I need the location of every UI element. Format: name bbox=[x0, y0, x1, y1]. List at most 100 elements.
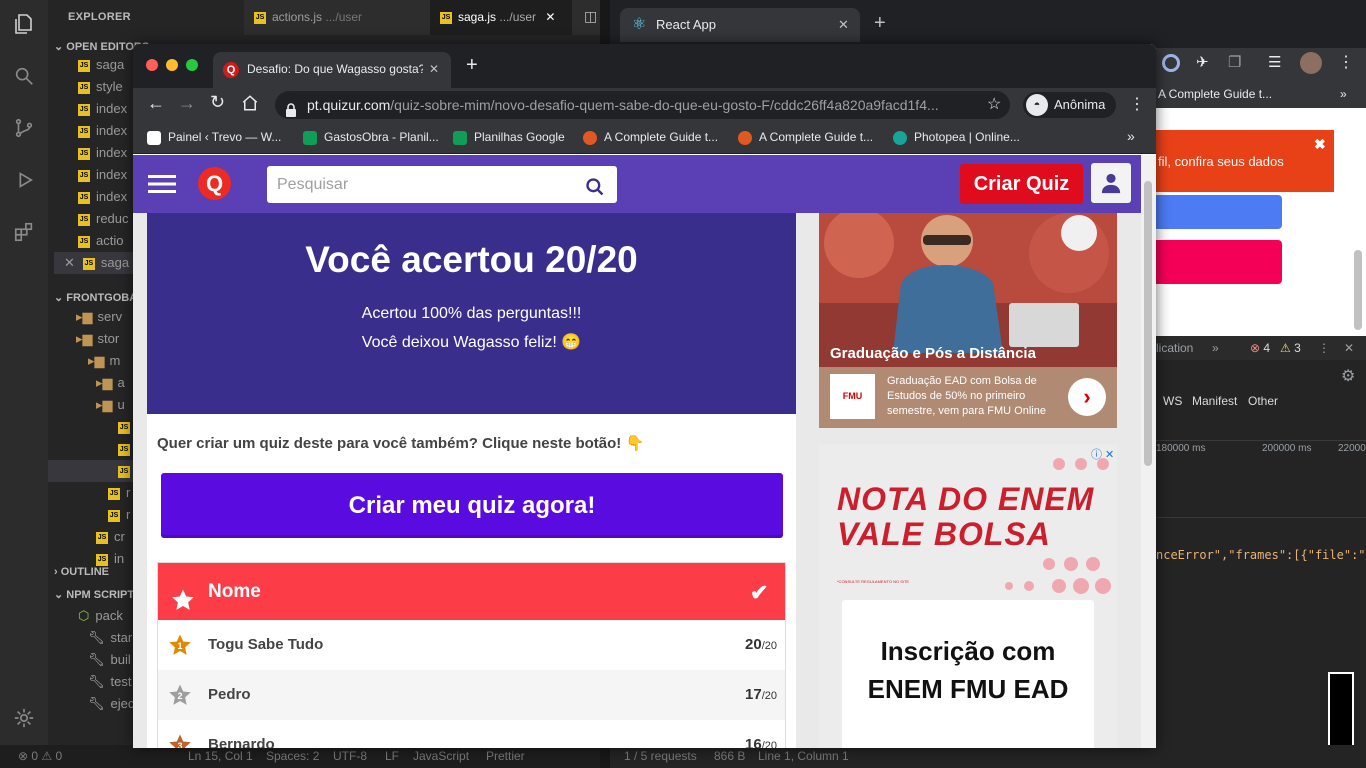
bookmark-item[interactable]: Planilhas Google bbox=[453, 122, 565, 152]
bookmark-item[interactable]: Photopea | Online... bbox=[893, 122, 1020, 152]
result-banner: Você acertou 20/20 Acertou 100% das perg… bbox=[147, 213, 796, 414]
filter-manifest[interactable]: Manifest bbox=[1192, 390, 1237, 412]
pink-button[interactable] bbox=[1156, 240, 1282, 284]
scrollbar-thumb[interactable] bbox=[1354, 250, 1362, 330]
close-window-button[interactable] bbox=[146, 59, 158, 71]
devtools-tab-application[interactable]: lication bbox=[1156, 336, 1193, 360]
timeline-tick: 200000 ms bbox=[1262, 443, 1312, 454]
source-control-icon[interactable] bbox=[8, 112, 40, 144]
debug-icon[interactable] bbox=[8, 164, 40, 196]
vscode-activity-bar bbox=[0, 0, 48, 745]
wrench-icon: 🔧︎ bbox=[88, 696, 105, 711]
search-input[interactable]: Pesquisar bbox=[267, 166, 617, 203]
browser-menu-icon[interactable]: ⋮ bbox=[1129, 94, 1145, 114]
extension-icon[interactable] bbox=[1162, 54, 1180, 72]
vscode-status-bar: ⊗ 0 ⚠ 0 Ln 15, Col 1 Spaces: 2 UTF-8 LF … bbox=[0, 745, 610, 768]
tab-strip: Q Desafio: Do que Wagasso gosta? ✕ + bbox=[133, 44, 1156, 88]
js-file-icon: JS bbox=[108, 509, 120, 522]
bookmark-item[interactable]: A Complete Guide t... bbox=[738, 122, 873, 152]
rank-number: 1 bbox=[177, 641, 182, 651]
search-icon[interactable] bbox=[585, 174, 605, 211]
error-count-icon[interactable]: ⊗ 4 bbox=[1250, 336, 1270, 360]
settings-gear-icon[interactable] bbox=[8, 702, 40, 734]
quizur-logo[interactable]: Q bbox=[198, 167, 231, 200]
bookmark-item[interactable]: A Complete Guide t... bbox=[583, 122, 718, 152]
folder-icon: ▸▆ bbox=[96, 375, 113, 390]
devtools-menu-icon[interactable]: ⋮ bbox=[1318, 336, 1330, 360]
files-icon[interactable] bbox=[8, 8, 40, 40]
player-score: 16/20 bbox=[745, 736, 777, 748]
section-outline[interactable]: › OUTLINE bbox=[54, 566, 109, 578]
create-my-quiz-button[interactable]: Criar meu quiz agora! bbox=[161, 473, 783, 538]
blue-button[interactable] bbox=[1156, 195, 1282, 229]
devtools-close-icon[interactable]: ✕ bbox=[1344, 336, 1354, 360]
reload-icon[interactable]: ↻ bbox=[210, 92, 225, 113]
page-scrollbar-thumb[interactable] bbox=[1144, 181, 1152, 466]
bg-browser-tab[interactable]: ⚛ React App ✕ bbox=[620, 8, 860, 42]
cursor-position: Line 1, Column 1 bbox=[758, 749, 849, 763]
ad-arrow-icon[interactable]: › bbox=[1068, 378, 1106, 416]
text-cursor-box bbox=[1328, 672, 1354, 752]
transfer-size: 866 B bbox=[714, 749, 746, 763]
section-npm-scripts[interactable]: ⌄ NPM SCRIPTS bbox=[54, 588, 141, 601]
split-editor-icon[interactable]: ◫ bbox=[584, 8, 597, 25]
ad-disclaimer: *CONSULTE REGULAMENTO NO SITE bbox=[837, 579, 910, 584]
maximize-window-button[interactable] bbox=[186, 59, 198, 71]
editor-tab-saga[interactable]: JS saga.js .../user ✕ bbox=[430, 0, 572, 35]
filter-ws[interactable]: WS bbox=[1163, 390, 1182, 412]
forward-icon[interactable]: → bbox=[178, 93, 196, 114]
js-file-icon: JS bbox=[78, 235, 90, 248]
url-path: /quiz-sobre-mim/novo-desafio-quem-sabe-d… bbox=[390, 97, 939, 113]
create-quiz-button[interactable]: Criar Quiz bbox=[960, 164, 1083, 204]
active-tab[interactable]: Q Desafio: Do que Wagasso gosta? ✕ bbox=[213, 52, 451, 88]
new-tab-icon[interactable]: + bbox=[874, 12, 886, 35]
ad-info-icon[interactable]: ⓘ ✕ bbox=[1091, 446, 1115, 461]
avatar[interactable] bbox=[1300, 52, 1322, 74]
home-icon[interactable] bbox=[241, 94, 259, 117]
ad-enem[interactable]: ⓘ ✕ NOTA DO ENEM VALE BOLSA *CONSULTE RE… bbox=[819, 444, 1117, 748]
close-icon[interactable]: ✕ bbox=[64, 255, 75, 270]
extension-icon[interactable]: ❐ bbox=[1228, 53, 1241, 71]
language-mode[interactable]: JavaScript bbox=[413, 745, 469, 768]
search-icon[interactable] bbox=[8, 60, 40, 92]
indentation[interactable]: Spaces: 2 bbox=[266, 745, 319, 768]
rank-number: 3 bbox=[177, 741, 182, 748]
more-tabs-icon[interactable]: » bbox=[1212, 336, 1219, 360]
bookmarks-overflow-icon[interactable]: » bbox=[1340, 80, 1347, 108]
menu-icon[interactable]: ⋮ bbox=[1338, 52, 1354, 72]
extensions-icon[interactable] bbox=[8, 216, 40, 248]
formatter[interactable]: Prettier bbox=[486, 745, 525, 768]
lock-icon[interactable] bbox=[285, 98, 297, 119]
js-file-icon: JS bbox=[78, 147, 90, 160]
cursor-position[interactable]: Ln 15, Col 1 bbox=[188, 745, 253, 768]
problems-status[interactable]: ⊗ 0 ⚠ 0 bbox=[18, 745, 62, 768]
section-project[interactable]: ⌄ FRONTGOBAR bbox=[54, 291, 145, 304]
encoding[interactable]: UTF-8 bbox=[333, 745, 367, 768]
js-file-icon: JS bbox=[82, 257, 95, 270]
new-tab-icon[interactable]: + bbox=[466, 54, 478, 77]
ad-fmu-graduacao[interactable]: Graduação e Pós a Distância FMU Graduaçã… bbox=[819, 213, 1117, 428]
close-tab-icon[interactable]: ✕ bbox=[429, 52, 439, 86]
filter-other[interactable]: Other bbox=[1248, 390, 1278, 412]
bookmarks-overflow-icon[interactable]: » bbox=[1127, 128, 1135, 144]
bookmark-star-icon[interactable]: ☆ bbox=[987, 91, 1001, 119]
incognito-profile-button[interactable]: ◓ Anônima bbox=[1023, 92, 1116, 118]
warning-count-icon[interactable]: ⚠ 3 bbox=[1280, 336, 1301, 360]
hamburger-menu-icon[interactable] bbox=[148, 174, 176, 199]
ad-cta-box: Inscrição com ENEM FMU EAD bbox=[842, 600, 1094, 748]
bookmark-item[interactable]: Painel ‹ Trevo — W... bbox=[147, 122, 281, 152]
devtools-settings-icon[interactable]: ⚙ bbox=[1341, 366, 1355, 386]
extension-icon[interactable]: ✈ bbox=[1196, 53, 1209, 71]
close-toast-icon[interactable]: ✖ bbox=[1314, 136, 1326, 153]
minimize-window-button[interactable] bbox=[166, 59, 178, 71]
bookmark-item[interactable]: GastosObra - Planil... bbox=[303, 122, 439, 152]
user-account-button[interactable] bbox=[1091, 163, 1131, 203]
close-tab-icon[interactable]: ✕ bbox=[545, 10, 555, 24]
line-ending[interactable]: LF bbox=[385, 745, 399, 768]
reading-list-icon[interactable]: ☰ bbox=[1268, 53, 1281, 71]
address-bar[interactable]: pt.quizur.com/quiz-sobre-mim/novo-desafi… bbox=[275, 91, 1010, 119]
editor-tab-actions[interactable]: JS actions.js .../user bbox=[244, 0, 430, 35]
close-tab-icon[interactable]: ✕ bbox=[838, 8, 849, 42]
back-icon[interactable]: ← bbox=[147, 93, 165, 114]
bookmark-item[interactable]: A Complete Guide t... bbox=[1158, 87, 1272, 101]
